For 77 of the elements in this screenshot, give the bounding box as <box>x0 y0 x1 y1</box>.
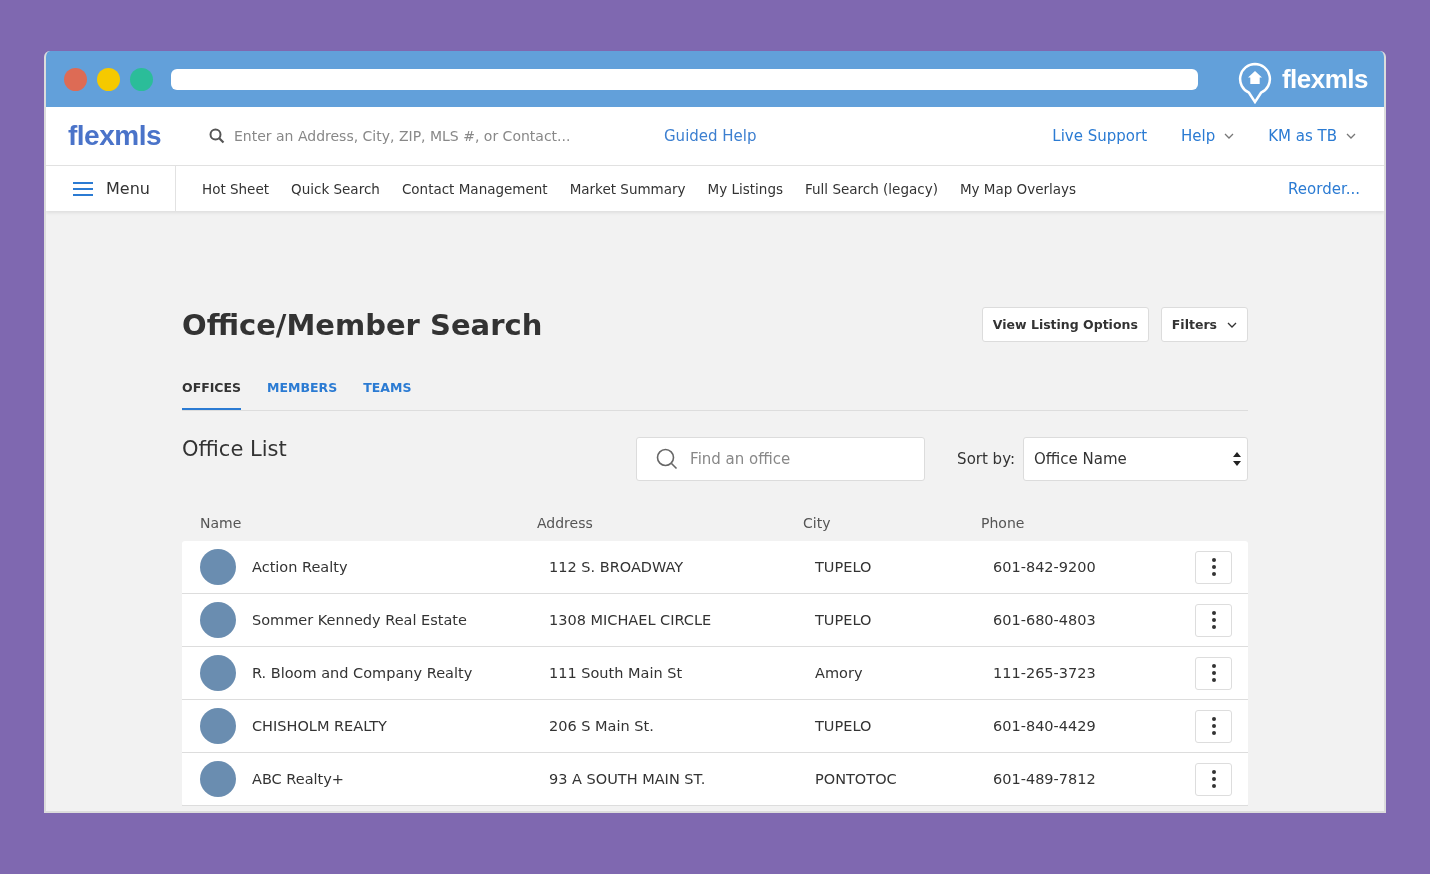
tab[interactable]: MEMBERS <box>267 380 338 410</box>
updown-icon <box>1233 452 1241 466</box>
close-dot[interactable] <box>64 67 87 91</box>
dropdown-link[interactable]: KM as TB <box>1268 127 1356 145</box>
list-title: Office List <box>182 437 288 461</box>
filters-button[interactable]: Filters <box>1160 307 1248 342</box>
table-cell-text: 601-842-9200 <box>993 559 1097 575</box>
more-vertical-icon <box>1211 664 1216 682</box>
nav-link[interactable]: Quick Search <box>291 180 380 197</box>
table-cell-text: TUPELO <box>815 612 873 628</box>
guided-help-link[interactable]: Guided Help <box>664 127 757 145</box>
column-header: Name <box>199 515 243 533</box>
nav-link[interactable]: My Map Overlays <box>959 180 1077 197</box>
search-field[interactable]: Enter an Address, City, ZIP, MLS #, or Contact... <box>198 115 624 157</box>
office-name[interactable]: ABC Realty+ <box>252 771 345 787</box>
column-header: Phone <box>981 515 1025 533</box>
more-button[interactable] <box>1195 709 1232 743</box>
menu-button[interactable]: Menu <box>46 166 176 211</box>
photo-placeholder <box>200 602 236 638</box>
more-button[interactable] <box>1195 603 1232 637</box>
photo-placeholder <box>200 655 236 691</box>
view-options-button[interactable]: View Listing Options <box>981 307 1149 342</box>
brand-logo: flexmls <box>1281 63 1368 95</box>
search-icon <box>209 128 225 144</box>
find-office-field[interactable]: Find an office <box>636 437 926 481</box>
table-cell-text: Amory <box>815 665 864 681</box>
column-header: Address <box>537 515 594 533</box>
more-vertical-icon <box>1211 558 1216 576</box>
address-bar[interactable] <box>171 68 1198 90</box>
office-name[interactable]: CHISHOLM REALTY <box>252 718 387 734</box>
more-vertical-icon <box>1211 770 1216 788</box>
page-title: Office/Member Search <box>182 307 543 342</box>
table-cell-text: 111 South Main St <box>549 665 684 681</box>
nav-link[interactable]: My Listings <box>707 180 783 197</box>
chevron-down-icon <box>1227 321 1237 328</box>
chevron-down-icon <box>1224 133 1235 139</box>
flexmls-logo[interactable]: flexmls <box>68 120 198 152</box>
nav-link[interactable]: Hot Sheet <box>202 180 270 197</box>
nav-link[interactable]: Market Summary <box>569 180 686 197</box>
sort-select[interactable]: Office Name <box>1023 437 1248 481</box>
photo-placeholder <box>200 761 236 797</box>
minimize-dot[interactable] <box>97 67 120 91</box>
dropdown-link[interactable]: Help <box>1181 127 1235 145</box>
table-cell-text: 601-840-4429 <box>993 718 1097 734</box>
table-cell-text: 206 S Main St. <box>549 718 655 734</box>
table-cell-text: TUPELO <box>815 718 873 734</box>
more-button[interactable] <box>1195 550 1232 584</box>
photo-placeholder <box>200 708 236 744</box>
nav-link[interactable]: Full Search (legacy) <box>805 180 938 197</box>
table-cell-text: 111-265-3723 <box>993 665 1097 681</box>
tab[interactable]: OFFICES <box>182 380 242 410</box>
table-cell-text: 93 A SOUTH MAIN ST. <box>549 771 707 787</box>
more-vertical-icon <box>1211 717 1216 735</box>
table-cell-text: 601-489-7812 <box>993 771 1097 787</box>
office-name[interactable]: Sommer Kennedy Real Estate <box>252 612 467 628</box>
office-name[interactable]: R. Bloom and Company Realty <box>252 665 473 681</box>
header-link[interactable]: Live Support <box>1052 127 1147 145</box>
more-vertical-icon <box>1211 611 1216 629</box>
tab[interactable]: TEAMS <box>363 380 412 410</box>
office-name[interactable]: Action Realty <box>252 559 348 575</box>
table-cell-text: PONTOTOC <box>815 771 898 787</box>
menu-label[interactable]: Menu <box>106 179 150 198</box>
nav-link[interactable]: Contact Management <box>401 180 548 197</box>
reorder-link[interactable]: Reorder... <box>1288 179 1384 198</box>
maximize-dot[interactable] <box>130 67 153 91</box>
sort-label: Sort by: <box>957 450 1015 468</box>
chevron-down-icon <box>1346 133 1356 139</box>
table-cell-text: 112 S. BROADWAY <box>549 559 685 575</box>
more-button[interactable] <box>1195 762 1232 796</box>
column-header: City <box>803 515 832 533</box>
table-cell-text: 601-680-4803 <box>993 612 1097 628</box>
table-cell-text: TUPELO <box>815 559 873 575</box>
table-cell-text: 1308 MICHAEL CIRCLE <box>549 612 713 628</box>
house-pin-icon <box>1237 62 1272 104</box>
more-button[interactable] <box>1195 656 1232 690</box>
menu-icon <box>73 181 93 196</box>
photo-placeholder <box>200 549 236 585</box>
